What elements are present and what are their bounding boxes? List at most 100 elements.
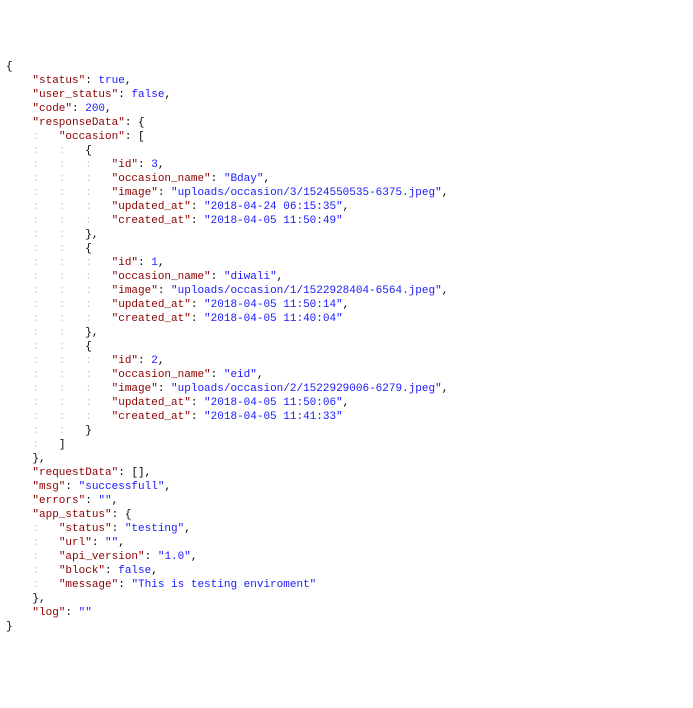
- token-key: "log": [32, 607, 65, 619]
- token-pun: [: [138, 131, 145, 143]
- token-key: "image": [112, 383, 158, 395]
- token-pun: },: [85, 229, 98, 241]
- code-line: : : }: [6, 424, 687, 438]
- code-line: : : : "image": "uploads/occasion/1/15229…: [6, 284, 687, 298]
- token-faint: :: [6, 537, 59, 549]
- token-str: "": [105, 537, 118, 549]
- token-pun: ,: [442, 187, 449, 199]
- token-pun: },: [6, 593, 46, 605]
- token-col: :: [138, 159, 151, 171]
- token-pun: [6, 509, 32, 521]
- token-pun: [6, 89, 32, 101]
- token-key: "image": [112, 187, 158, 199]
- code-line: {: [6, 60, 687, 74]
- token-key: "msg": [32, 481, 65, 493]
- code-line: : ]: [6, 438, 687, 452]
- code-line: },: [6, 592, 687, 606]
- token-col: :: [85, 495, 98, 507]
- token-key: "id": [112, 355, 138, 367]
- token-pun: ,: [158, 257, 165, 269]
- token-pun: [6, 467, 32, 479]
- token-pun: ,: [184, 523, 191, 535]
- token-pun: [6, 495, 32, 507]
- code-line: : : : "occasion_name": "Bday",: [6, 172, 687, 186]
- token-col: :: [191, 313, 204, 325]
- code-line: : : : "occasion_name": "diwali",: [6, 270, 687, 284]
- token-key: "updated_at": [112, 397, 191, 409]
- token-str: "This is testing enviroment": [131, 579, 316, 591]
- token-faint: : : :: [6, 173, 112, 185]
- token-pun: ,: [277, 271, 284, 283]
- token-str: "": [98, 495, 111, 507]
- token-lit: true: [98, 75, 124, 87]
- token-faint: : : :: [6, 299, 112, 311]
- token-pun: ,: [164, 89, 171, 101]
- token-pun: ,: [257, 369, 264, 381]
- token-key: "errors": [32, 495, 85, 507]
- token-col: :: [191, 299, 204, 311]
- token-pun: ,: [343, 299, 350, 311]
- token-pun: {: [138, 117, 145, 129]
- token-key: "occasion_name": [112, 173, 211, 185]
- token-faint: : :: [6, 341, 85, 353]
- token-str: "": [79, 607, 92, 619]
- token-lit: false: [131, 89, 164, 101]
- token-col: :: [72, 103, 85, 115]
- token-faint: : : :: [6, 397, 112, 409]
- token-key: "status": [32, 75, 85, 87]
- token-pun: ,: [442, 383, 449, 395]
- token-col: :: [85, 75, 98, 87]
- token-col: :: [125, 131, 138, 143]
- token-str: "2018-04-24 06:15:35": [204, 201, 343, 213]
- token-col: :: [65, 481, 78, 493]
- token-faint: : : :: [6, 285, 112, 297]
- token-key: "updated_at": [112, 299, 191, 311]
- token-col: :: [158, 383, 171, 395]
- token-faint: : : :: [6, 215, 112, 227]
- code-line: : "status": "testing",: [6, 522, 687, 536]
- code-line: : : : "occasion_name": "eid",: [6, 368, 687, 382]
- token-pun: ,: [118, 537, 125, 549]
- code-line: : : : "updated_at": "2018-04-05 11:50:06…: [6, 396, 687, 410]
- code-line: : "message": "This is testing enviroment…: [6, 578, 687, 592]
- token-pun: ,: [151, 565, 158, 577]
- token-col: :: [145, 551, 158, 563]
- code-line: : : : "updated_at": "2018-04-05 11:50:14…: [6, 298, 687, 312]
- code-line: "errors": "",: [6, 494, 687, 508]
- token-col: :: [138, 355, 151, 367]
- token-lit: 1: [151, 257, 158, 269]
- token-key: "created_at": [112, 313, 191, 325]
- token-pun: [6, 75, 32, 87]
- token-pun: }: [6, 621, 13, 633]
- code-line: : : },: [6, 326, 687, 340]
- token-key: "responseData": [32, 117, 124, 129]
- token-pun: ,: [125, 75, 132, 87]
- token-key: "occasion_name": [112, 369, 211, 381]
- token-faint: : : :: [6, 257, 112, 269]
- token-str: "uploads/occasion/1/1522928404-6564.jpeg…: [171, 285, 442, 297]
- token-faint: : : :: [6, 411, 112, 423]
- token-faint: : : :: [6, 187, 112, 199]
- token-pun: {: [85, 145, 92, 157]
- code-line: : "block": false,: [6, 564, 687, 578]
- token-key: "message": [59, 579, 118, 591]
- token-pun: [6, 607, 32, 619]
- token-lit: 200: [85, 103, 105, 115]
- json-code-block: { "status": true, "user_status": false, …: [6, 60, 687, 634]
- token-pun: {: [6, 61, 13, 73]
- code-line: : : : "image": "uploads/occasion/3/15245…: [6, 186, 687, 200]
- token-pun: {: [125, 509, 132, 521]
- token-str: "2018-04-05 11:40:04": [204, 313, 343, 325]
- token-key: "user_status": [32, 89, 118, 101]
- token-str: "uploads/occasion/3/1524550535-6375.jpeg…: [171, 187, 442, 199]
- token-pun: {: [85, 341, 92, 353]
- token-str: "2018-04-05 11:41:33": [204, 411, 343, 423]
- token-key: "created_at": [112, 411, 191, 423]
- token-faint: : :: [6, 327, 85, 339]
- token-faint: : :: [6, 229, 85, 241]
- code-line: : : : "id": 1,: [6, 256, 687, 270]
- code-line: : : : "image": "uploads/occasion/2/15229…: [6, 382, 687, 396]
- token-faint: : : :: [6, 383, 112, 395]
- token-col: :: [118, 467, 131, 479]
- code-line: : : : "updated_at": "2018-04-24 06:15:35…: [6, 200, 687, 214]
